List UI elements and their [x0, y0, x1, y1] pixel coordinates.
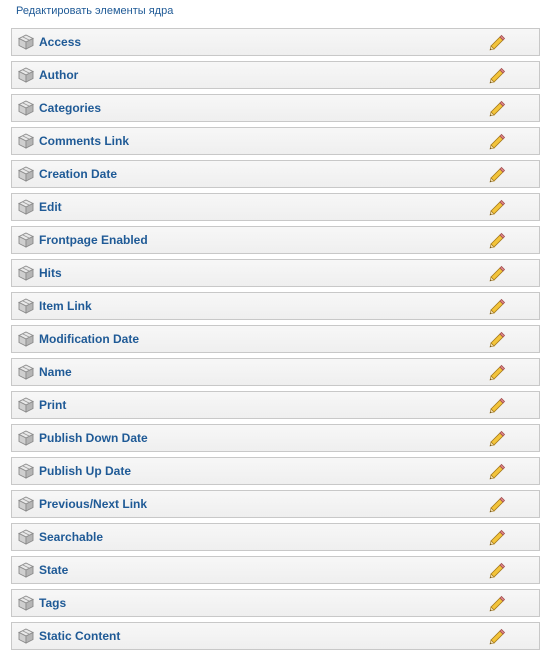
element-link-static-content[interactable]: Static Content: [39, 628, 120, 644]
list-item: Print: [11, 391, 540, 419]
list-item: Item Link: [11, 292, 540, 320]
edit-core-elements-link[interactable]: Редактировать элементы ядра: [16, 4, 173, 18]
pencil-edit-icon[interactable]: [488, 66, 506, 84]
package-box-icon: [17, 529, 35, 545]
list-item: Modification Date: [11, 325, 540, 353]
pencil-edit-icon[interactable]: [488, 165, 506, 183]
package-box-icon: [17, 628, 35, 644]
list-item: Previous/Next Link: [11, 490, 540, 518]
pencil-edit-icon[interactable]: [488, 495, 506, 513]
element-link-edit[interactable]: Edit: [39, 199, 62, 215]
list-item: Categories: [11, 94, 540, 122]
pencil-edit-icon[interactable]: [488, 462, 506, 480]
list-item: Publish Up Date: [11, 457, 540, 485]
element-link-tags[interactable]: Tags: [39, 595, 66, 611]
pencil-edit-icon[interactable]: [488, 132, 506, 150]
pencil-edit-icon[interactable]: [488, 330, 506, 348]
list-item: Frontpage Enabled: [11, 226, 540, 254]
package-box-icon: [17, 463, 35, 479]
pencil-edit-icon[interactable]: [488, 264, 506, 282]
package-box-icon: [17, 133, 35, 149]
pencil-edit-icon[interactable]: [488, 627, 506, 645]
package-box-icon: [17, 34, 35, 50]
list-item: Access: [11, 28, 540, 56]
list-item: Creation Date: [11, 160, 540, 188]
element-link-searchable[interactable]: Searchable: [39, 529, 103, 545]
element-link-name[interactable]: Name: [39, 364, 72, 380]
package-box-icon: [17, 298, 35, 314]
package-box-icon: [17, 265, 35, 281]
element-link-author[interactable]: Author: [39, 67, 78, 83]
list-item: Tags: [11, 589, 540, 617]
package-box-icon: [17, 364, 35, 380]
pencil-edit-icon[interactable]: [488, 198, 506, 216]
element-link-modification-date[interactable]: Modification Date: [39, 331, 139, 347]
pencil-edit-icon[interactable]: [488, 33, 506, 51]
package-box-icon: [17, 430, 35, 446]
element-link-comments-link[interactable]: Comments Link: [39, 133, 129, 149]
pencil-edit-icon[interactable]: [488, 396, 506, 414]
pencil-edit-icon[interactable]: [488, 297, 506, 315]
package-box-icon: [17, 199, 35, 215]
pencil-edit-icon[interactable]: [488, 231, 506, 249]
core-elements-list: Access Author Categories Comments Link C…: [11, 28, 540, 655]
list-item: Name: [11, 358, 540, 386]
list-item: Author: [11, 61, 540, 89]
element-link-print[interactable]: Print: [39, 397, 66, 413]
pencil-edit-icon[interactable]: [488, 429, 506, 447]
pencil-edit-icon[interactable]: [488, 561, 506, 579]
package-box-icon: [17, 331, 35, 347]
package-box-icon: [17, 67, 35, 83]
element-link-previous-next-link[interactable]: Previous/Next Link: [39, 496, 147, 512]
element-link-frontpage-enabled[interactable]: Frontpage Enabled: [39, 232, 148, 248]
list-item: Publish Down Date: [11, 424, 540, 452]
package-box-icon: [17, 232, 35, 248]
list-item: Edit: [11, 193, 540, 221]
element-link-state[interactable]: State: [39, 562, 68, 578]
package-box-icon: [17, 100, 35, 116]
list-item: Comments Link: [11, 127, 540, 155]
pencil-edit-icon[interactable]: [488, 99, 506, 117]
page: Редактировать элементы ядра Access Autho…: [0, 0, 550, 665]
package-box-icon: [17, 496, 35, 512]
package-box-icon: [17, 166, 35, 182]
list-item: Searchable: [11, 523, 540, 551]
list-item: Hits: [11, 259, 540, 287]
package-box-icon: [17, 595, 35, 611]
element-link-publish-up-date[interactable]: Publish Up Date: [39, 463, 131, 479]
element-link-creation-date[interactable]: Creation Date: [39, 166, 117, 182]
element-link-categories[interactable]: Categories: [39, 100, 101, 116]
pencil-edit-icon[interactable]: [488, 594, 506, 612]
element-link-hits[interactable]: Hits: [39, 265, 62, 281]
list-item: State: [11, 556, 540, 584]
pencil-edit-icon[interactable]: [488, 528, 506, 546]
list-item: Static Content: [11, 622, 540, 650]
element-link-item-link[interactable]: Item Link: [39, 298, 92, 314]
element-link-access[interactable]: Access: [39, 34, 81, 50]
pencil-edit-icon[interactable]: [488, 363, 506, 381]
package-box-icon: [17, 397, 35, 413]
package-box-icon: [17, 562, 35, 578]
element-link-publish-down-date[interactable]: Publish Down Date: [39, 430, 148, 446]
